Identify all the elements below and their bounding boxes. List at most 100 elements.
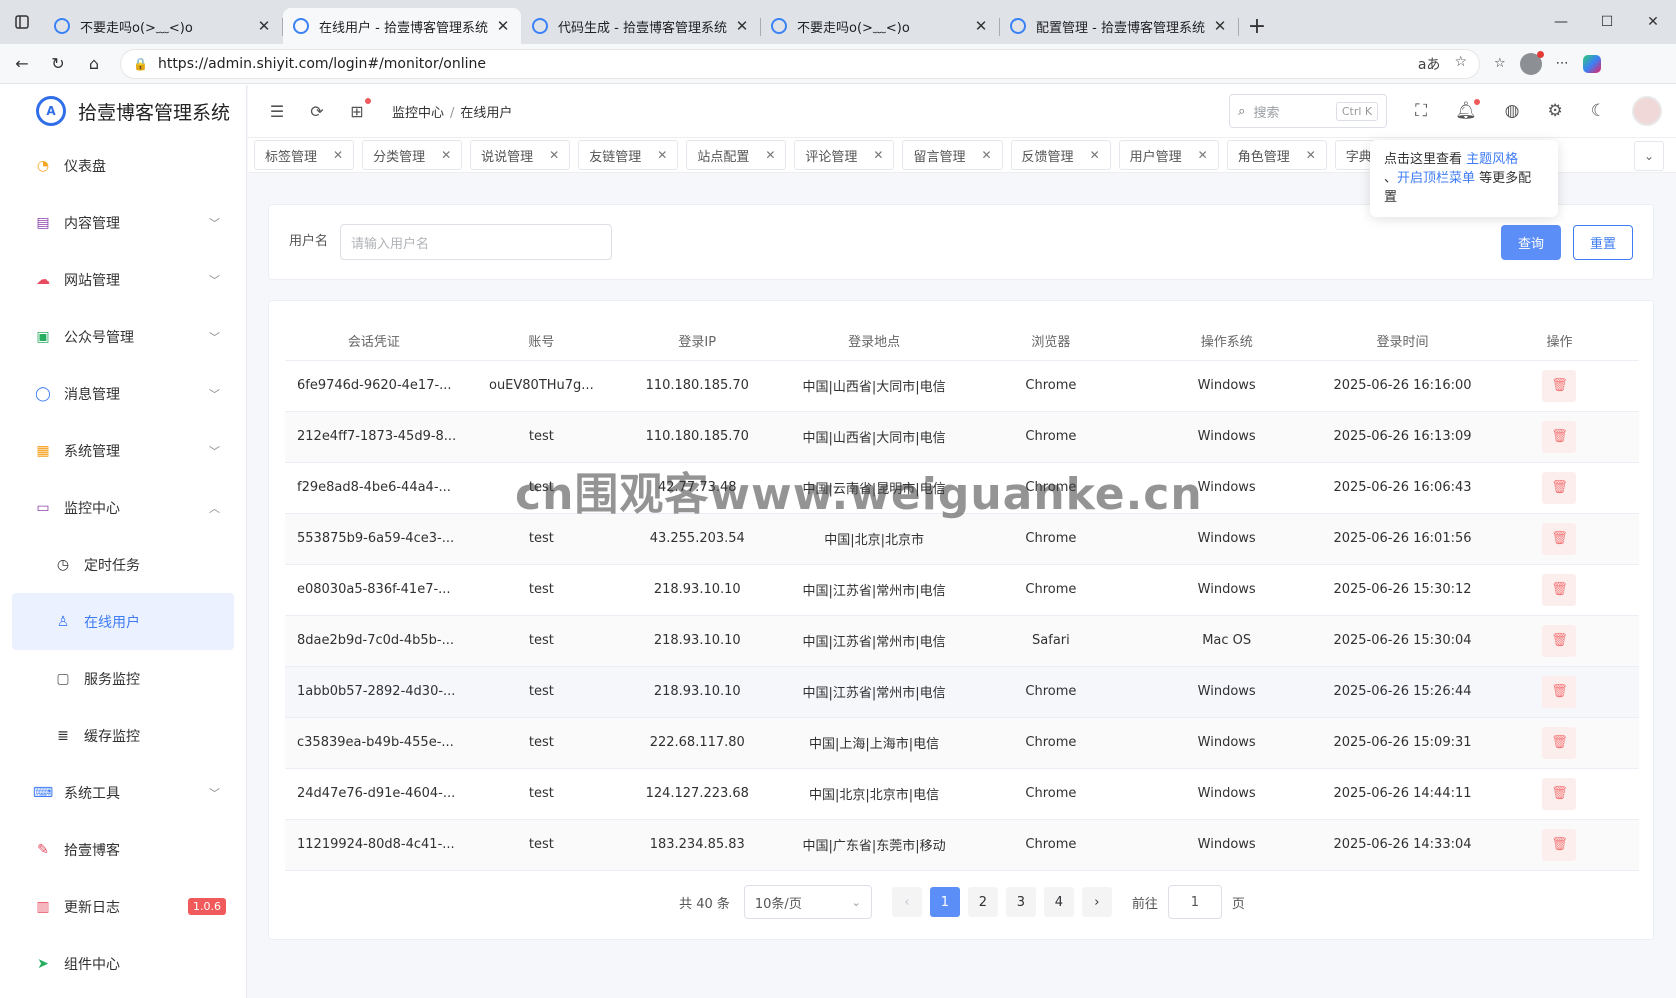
table-row[interactable]: 24d47e76-d91e-4604-... test 124.127.223.68… [285,768,1639,820]
sidebar-item[interactable]: ◔ 仪表盘 [0,137,246,194]
table-row[interactable]: e08030a5-836f-41e7-... test 218.93.10.10 中国… [285,564,1639,616]
sidebar-item[interactable]: ▭ 监控中心 ︿ [0,479,246,536]
reset-button[interactable]: 重置 [1573,224,1633,260]
app-logo[interactable]: A 拾壹博客管理系统 [0,85,246,137]
delete-trash-icon[interactable]: 🗑︎ [1542,522,1577,555]
tag-tab[interactable]: 分类管理 ✕ [362,140,463,170]
browser-tab[interactable]: 在线用户 - 拾壹博客管理系统 ✕ [283,8,521,44]
minimize-button[interactable]: — [1538,0,1584,44]
theme-style-link[interactable]: 主题风格 [1466,152,1518,167]
tag-close-icon[interactable]: ✕ [657,148,667,162]
page-number-button[interactable]: 2 [967,887,998,917]
page-number-button[interactable]: 1 [929,887,960,917]
favorites-icon[interactable]: ☆ [1494,56,1506,71]
page-size-select[interactable]: 10条/页 ⌄ [743,885,872,919]
tag-tab[interactable]: 反馈管理 ✕ [1010,140,1111,170]
sidebar-item[interactable]: ▦ 系统管理 ﹀ [0,422,246,479]
fullscreen-icon[interactable]: ⛶ [1415,101,1427,121]
tag-tab[interactable]: 用户管理 ✕ [1118,140,1219,170]
table-row[interactable]: c35839ea-b49b-455e-... test 222.68.117.80 中… [285,717,1639,769]
delete-trash-icon[interactable]: 🗑︎ [1542,420,1577,453]
sidebar-item[interactable]: ▢ 服务监控 [0,650,246,707]
tab-close-icon[interactable]: ✕ [256,17,272,35]
breadcrumb-item-monitor[interactable]: 监控中心 [392,106,444,121]
tag-tab[interactable]: 角色管理 ✕ [1226,140,1327,170]
tag-close-icon[interactable]: ✕ [441,148,451,162]
tag-tab[interactable]: 标签管理 ✕ [254,140,355,170]
collapse-menu-icon[interactable]: ☰ [266,100,288,122]
page-number-button[interactable]: 4 [1043,887,1074,917]
tag-tab[interactable]: 友链管理 ✕ [578,140,679,170]
delete-trash-icon[interactable]: 🗑︎ [1542,369,1577,402]
prev-page-button[interactable]: ‹ [891,887,922,917]
language-globe-icon[interactable]: ◍ [1505,101,1520,121]
table-row[interactable]: 212e4ff7-1873-45d9-8... test 110.180.185.7… [285,411,1639,463]
copilot-icon[interactable] [1582,54,1601,73]
more-menu-icon[interactable]: ⋯ [1556,56,1569,71]
sidebar-item[interactable]: ◯ 消息管理 ﹀ [0,365,246,422]
tag-close-icon[interactable]: ✕ [765,148,775,162]
sidebar-item[interactable]: ✎ 拾壹博客 [0,821,246,878]
search-input[interactable]: ⌕ 搜索 Ctrl K [1229,94,1388,128]
favorite-star-icon[interactable]: ☆ [1454,54,1467,74]
sidebar-item[interactable]: ⌨ 系统工具 ﹀ [0,764,246,821]
dark-mode-moon-icon[interactable]: ☾ [1591,101,1606,121]
table-row[interactable]: 8dae2b9d-7c0d-4b5b-... test 218.93.10.10 中国… [285,615,1639,667]
tag-close-icon[interactable]: ✕ [1198,148,1208,162]
read-aloud-icon[interactable]: aあ [1418,54,1441,74]
delete-trash-icon[interactable]: 🗑︎ [1542,471,1577,504]
delete-trash-icon[interactable]: 🗑︎ [1542,777,1577,810]
table-row[interactable]: 6fe9746d-9620-4e17-... ouEV80THu7g... 110.… [285,360,1639,412]
window-menu-icon[interactable] [0,0,44,44]
apps-icon[interactable]: ⊞ [346,98,371,122]
sidebar-item[interactable]: ≣ 缓存监控 [0,707,246,764]
top-menu-link[interactable]: 开启顶栏菜单 [1397,171,1475,186]
tab-close-icon[interactable]: ✕ [973,17,989,35]
maximize-button[interactable]: ☐ [1584,0,1630,44]
tag-close-icon[interactable]: ✕ [1306,148,1316,162]
close-window-button[interactable]: ✕ [1630,0,1676,44]
tag-close-icon[interactable]: ✕ [981,148,991,162]
browser-tab[interactable]: 配置管理 - 拾壹博客管理系统 ✕ [1000,8,1239,44]
delete-trash-icon[interactable]: 🗑︎ [1542,828,1577,861]
tag-close-icon[interactable]: ✕ [549,148,559,162]
tag-close-icon[interactable]: ✕ [873,148,883,162]
query-button[interactable]: 查询 [1501,224,1561,260]
settings-gear-icon[interactable]: ⚙ [1548,101,1563,121]
tab-close-icon[interactable]: ✕ [495,17,511,35]
sidebar-item[interactable]: ▣ 公众号管理 ﹀ [0,308,246,365]
tab-close-icon[interactable]: ✕ [734,17,750,35]
browser-tab[interactable]: 不要走吗o(>﹏<)o ✕ [761,8,1000,44]
browser-tab[interactable]: 不要走吗o(>﹏<)o ✕ [44,8,283,44]
delete-trash-icon[interactable]: 🗑︎ [1542,675,1577,708]
sidebar-item[interactable]: ♙ 在线用户 [12,593,234,650]
delete-trash-icon[interactable]: 🗑︎ [1542,726,1577,759]
table-row[interactable]: 11219924-80d8-4c41-... test 183.234.85.83 中… [285,819,1639,871]
sidebar-item[interactable]: ➤ 组件中心 [0,935,246,992]
tag-tab[interactable]: 留言管理 ✕ [902,140,1003,170]
tag-tab[interactable]: 站点配置 ✕ [686,140,787,170]
back-button[interactable]: ← [4,46,40,82]
notification-bell-icon[interactable]: 🔔︎ [1455,99,1480,121]
sidebar-item[interactable]: ▤ 内容管理 ﹀ [0,194,246,251]
new-tab-button[interactable]: + [1239,8,1275,44]
reload-button[interactable]: ↻ [40,46,76,82]
tag-close-icon[interactable]: ✕ [1090,148,1100,162]
tag-tab[interactable]: 说说管理 ✕ [470,140,571,170]
page-number-button[interactable]: 3 [1005,887,1036,917]
delete-trash-icon[interactable]: 🗑︎ [1542,624,1577,657]
user-avatar[interactable] [1632,96,1662,126]
tab-close-icon[interactable]: ✕ [1212,17,1228,35]
browser-tab[interactable]: 代码生成 - 拾壹博客管理系统 ✕ [522,8,761,44]
tag-close-icon[interactable]: ✕ [333,148,343,162]
sidebar-item[interactable]: ◷ 定时任务 [0,536,246,593]
next-page-button[interactable]: › [1081,887,1112,917]
goto-page-input[interactable]: 1 [1167,885,1222,919]
refresh-icon[interactable]: ⟳ [306,100,328,122]
tags-more-chevron-icon[interactable]: ⌄ [1634,141,1664,171]
tag-tab[interactable]: 评论管理 ✕ [794,140,895,170]
username-input[interactable]: 请输入用户名 [340,224,613,260]
url-field[interactable]: 🔒 https://admin.shiyit.com/login#/monito… [120,48,1480,79]
sidebar-item[interactable]: ▥ 更新日志 1.0.6 [0,878,246,935]
table-row[interactable]: 1abb0b57-2892-4d30-... test 218.93.10.10 中国… [285,666,1639,718]
